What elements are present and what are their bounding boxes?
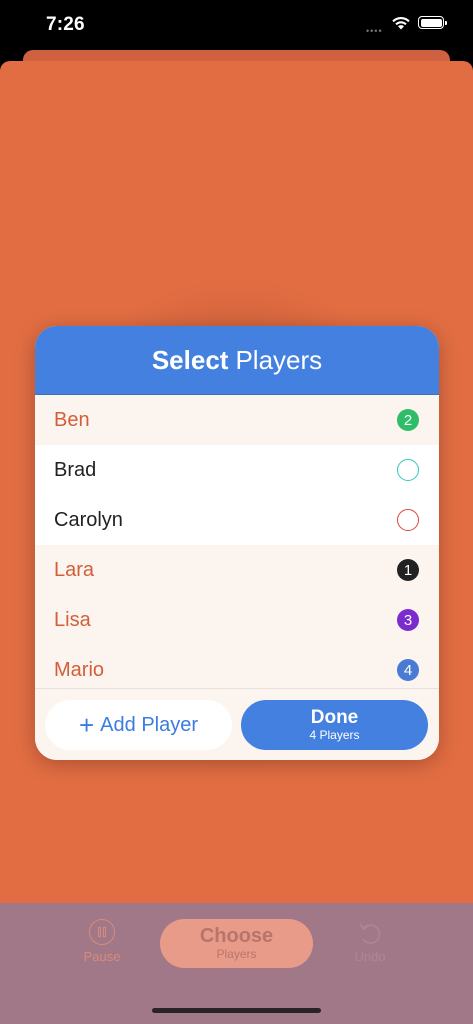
add-player-button[interactable]: + Add Player	[45, 700, 232, 750]
done-label: Done	[310, 707, 359, 728]
dialog-footer: + Add Player Done 4 Players	[35, 688, 439, 760]
player-row-lara[interactable]: Lara 1	[35, 545, 439, 595]
select-players-dialog: Select Players Ben 2 Brad Carolyn Lara 1…	[35, 326, 439, 760]
dialog-title: Select Players	[35, 326, 439, 395]
choose-sub: Players	[216, 947, 257, 961]
status-bar: 7:26 ••••	[0, 0, 473, 50]
player-row-lisa[interactable]: Lisa 3	[35, 595, 439, 645]
undo-button[interactable]: Undo	[340, 919, 400, 975]
choose-players-button[interactable]: Choose Players	[160, 919, 313, 968]
player-name: Carolyn	[54, 508, 123, 531]
player-row-carolyn[interactable]: Carolyn	[35, 495, 439, 545]
signal-icon: ••••	[366, 26, 383, 36]
add-player-label: Add Player	[100, 713, 199, 736]
player-list: Ben 2 Brad Carolyn Lara 1 Lisa 3 Mario 4	[35, 395, 439, 695]
undo-icon	[359, 923, 381, 944]
player-name: Lara	[54, 558, 95, 581]
player-row-brad[interactable]: Brad	[35, 445, 439, 495]
done-count: 4 Players	[309, 728, 360, 742]
home-indicator	[152, 1008, 321, 1013]
done-button[interactable]: Done 4 Players	[241, 700, 428, 750]
order-badge: 2	[397, 409, 419, 431]
unselected-circle-icon	[397, 459, 419, 481]
order-badge: 4	[397, 659, 419, 681]
player-name: Brad	[54, 458, 97, 481]
player-row-ben[interactable]: Ben 2	[35, 395, 439, 445]
undo-label: Undo	[354, 949, 386, 964]
bottom-toolbar: Pause Choose Players Undo	[0, 903, 473, 1024]
dialog-title-bold: Select	[151, 344, 229, 375]
order-badge: 3	[397, 609, 419, 631]
pause-button[interactable]: Pause	[70, 919, 134, 975]
pause-icon	[89, 919, 115, 945]
pause-label: Pause	[83, 949, 121, 964]
status-time: 7:26	[46, 14, 85, 35]
battery-icon	[418, 16, 447, 29]
order-badge: 1	[397, 559, 419, 581]
dialog-title-rest: Players	[235, 344, 323, 375]
player-name: Ben	[54, 408, 90, 431]
choose-label: Choose	[199, 925, 274, 947]
unselected-circle-icon	[397, 509, 419, 531]
player-name: Mario	[54, 658, 105, 681]
wifi-icon	[392, 16, 410, 30]
plus-icon: +	[78, 710, 95, 740]
player-name: Lisa	[54, 608, 91, 631]
